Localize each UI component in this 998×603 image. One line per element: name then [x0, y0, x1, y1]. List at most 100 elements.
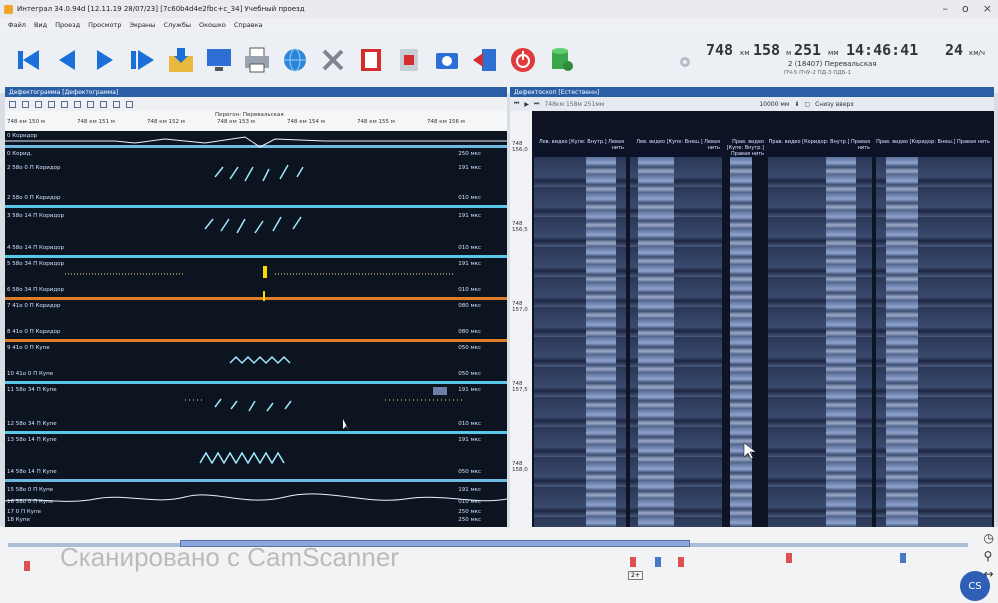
gear-icon	[680, 57, 690, 67]
video-panel: Дефектоскоп [Естественн] ⏮ ▶ ⏭ 748км 158…	[510, 87, 994, 549]
filter-icon[interactable]	[35, 100, 42, 108]
km-mark: 748 158,0	[512, 461, 528, 473]
close-button[interactable]: ×	[983, 2, 992, 15]
rail-texture	[586, 157, 616, 549]
monitor-button[interactable]	[204, 45, 234, 75]
camera-view: Лев. видео [Купе: Внутр.] Левая нить	[534, 139, 626, 549]
tooltip-box	[433, 387, 447, 395]
channel-tracks[interactable]: 0 Коридор 0 Корид. 250 мкс 2 58о 0 П Кори…	[5, 131, 507, 527]
flag-icon	[24, 561, 30, 571]
document-button[interactable]	[394, 45, 424, 75]
flag-icon	[786, 553, 792, 563]
layers-icon[interactable]	[22, 100, 29, 108]
import-icon	[473, 49, 496, 71]
flag-icon[interactable]	[87, 100, 94, 108]
zoom-icon[interactable]	[48, 100, 55, 108]
camera-view: Прав. видео [Купе: Внутр.] Правая нить	[726, 139, 766, 549]
wrench-icon	[322, 49, 344, 71]
table-icon[interactable]	[113, 100, 120, 108]
folder-download-icon	[169, 48, 193, 72]
direction-select[interactable]: Снизу вверх	[815, 101, 854, 108]
skip-back-button[interactable]	[14, 45, 44, 75]
m-unit: м	[786, 49, 792, 57]
mouse-cursor-icon	[343, 419, 349, 431]
scale-label: 748 км 152 м	[147, 119, 185, 125]
signal-marks	[5, 136, 507, 502]
menu-help[interactable]: Справка	[234, 21, 263, 29]
time-value: 14:46:41	[846, 41, 919, 59]
km-unit: км	[740, 49, 750, 57]
data-export-button[interactable]	[166, 45, 196, 75]
power-button[interactable]	[508, 45, 538, 75]
import-button[interactable]	[470, 45, 500, 75]
next-frame-icon[interactable]: ⏭	[534, 100, 539, 108]
play-button[interactable]	[90, 45, 120, 75]
camera-view: Прав. видео [Коридор: Внеш.] Правая нить	[876, 139, 992, 549]
fullscreen-icon[interactable]: ▢	[804, 101, 810, 108]
title-bar: Интеграл 34.0.94d [12.11.19 28/07/23] [7…	[0, 0, 998, 18]
print-button[interactable]	[242, 45, 272, 75]
bookmark-button[interactable]	[356, 45, 386, 75]
ruler-icon[interactable]	[126, 100, 133, 108]
first-frame-icon[interactable]: ⏮	[514, 100, 519, 108]
position-marker: 2+	[628, 571, 643, 580]
list-icon[interactable]	[74, 100, 81, 108]
flag-icon	[655, 557, 661, 567]
walk-icon[interactable]: ⚲	[984, 549, 994, 563]
menu-services[interactable]: Службы	[163, 21, 191, 29]
defectogram-panel: Дефектограмма [Дефектограмма] Перегон: П…	[5, 87, 507, 527]
printer-icon	[245, 47, 269, 73]
video-area[interactable]: Лев. видео [Купе: Внутр.] Левая нить Лев…	[510, 111, 994, 549]
skip-forward-icon	[131, 50, 154, 70]
maximize-button[interactable]: o	[962, 2, 969, 15]
track-sub: ПЧ-5 ПЧУ-2 ПД-3 ПДБ-1	[784, 70, 851, 76]
clock-icon[interactable]: ◷	[984, 531, 994, 545]
menu-browse[interactable]: Просмотр	[88, 21, 121, 29]
marker-icon[interactable]	[100, 100, 107, 108]
minimize-button[interactable]: –	[943, 2, 949, 15]
globe-icon	[284, 48, 306, 72]
chart-icon[interactable]	[61, 100, 68, 108]
track-info: 2 (18407) Перевальская	[788, 60, 877, 68]
mouse-cursor-icon	[743, 442, 757, 460]
defectogram-tab[interactable]: Дефектограмма [Дефектограмма]	[5, 87, 507, 97]
tools-button[interactable]	[318, 45, 348, 75]
step-back-button[interactable]	[52, 45, 82, 75]
rail-texture	[826, 157, 856, 549]
km-mark: 748 156,5	[512, 221, 528, 233]
play-icon	[97, 50, 113, 70]
flag-icon	[678, 557, 684, 567]
camera-button[interactable]	[432, 45, 462, 75]
status-panel: 748 км 158 м 251 мм 14:46:41 24 км/ч 2 (…	[680, 39, 998, 89]
main-toolbar: 748 км 158 м 251 мм 14:46:41 24 км/ч 2 (…	[0, 31, 998, 93]
km-value: 748	[706, 41, 734, 59]
skip-forward-button[interactable]	[128, 45, 158, 75]
speed-value: 24	[945, 41, 964, 59]
menu-view[interactable]: Вид	[34, 21, 47, 29]
flag-icon	[630, 557, 636, 567]
power-icon	[511, 48, 535, 72]
video-tab[interactable]: Дефектоскоп [Естественн]	[510, 87, 994, 97]
menu-screens[interactable]: Экраны	[129, 21, 155, 29]
km-scale: Перегон: Перевальская 748 км 150 м 748 к…	[5, 111, 507, 131]
speed-unit: км/ч	[969, 49, 986, 57]
zoom-select[interactable]: 10000 мм	[759, 101, 789, 108]
camera-view: Лев. видео [Купе: Внеш.] Левая нить	[630, 139, 722, 549]
grid-icon[interactable]	[9, 100, 16, 108]
position-readout: 748км 158м 251мм	[544, 100, 605, 108]
database-button[interactable]	[546, 45, 576, 75]
skip-back-icon	[18, 50, 39, 70]
camera-header: Прав. видео [Купе: Внутр.] Правая нить	[726, 139, 766, 157]
sleeper-texture	[768, 157, 872, 549]
m-value: 158	[753, 41, 781, 59]
download-icon[interactable]: ⬇	[794, 101, 799, 108]
globe-button[interactable]	[280, 45, 310, 75]
defectogram-tab-label: Дефектограмма [Дефектограмма]	[9, 88, 119, 96]
menu-ride[interactable]: Проезд	[55, 21, 80, 29]
defectogram-toolbar	[5, 97, 507, 111]
play-video-icon[interactable]: ▶	[524, 101, 529, 108]
route-overview[interactable]: 2+ Сканировано с CamScanner ◷ ⚲ ↔ CS	[0, 527, 998, 603]
menu-file[interactable]: Файл	[8, 21, 26, 29]
camera-header: Лев. видео [Купе: Внутр.] Левая нить	[534, 139, 626, 157]
menu-window[interactable]: Окошко	[199, 21, 226, 29]
